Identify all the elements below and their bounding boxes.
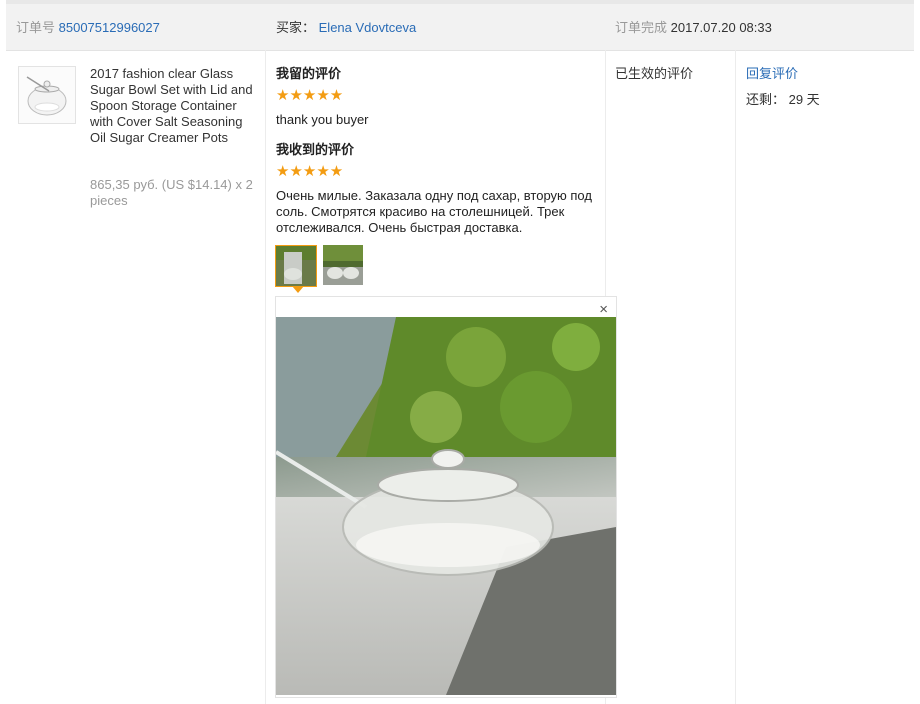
photo-thumbnail-icon: [276, 246, 316, 286]
received-review-text: Очень милые. Заказала одну под сахар, вт…: [276, 188, 592, 235]
close-icon[interactable]: ×: [599, 301, 608, 318]
glass-sugar-bowl-photo: [276, 317, 616, 695]
review-photo-thumb-2[interactable]: [323, 245, 363, 285]
order-number: 订单号 85007512996027: [16, 20, 160, 36]
selected-photo-caret: [292, 286, 304, 293]
received-review-stars: ★★★★★: [276, 163, 344, 180]
order-status: 订单完成 2017.07.20 08:33: [615, 20, 772, 36]
buyer: 买家： Elena Vdovtceva: [276, 20, 416, 36]
product-thumbnail[interactable]: [18, 66, 76, 124]
remaining-days: 还剩： 29 天: [746, 92, 820, 107]
order-header: 订单号 85007512996027 买家： Elena Vdovtceva 订…: [6, 4, 914, 51]
received-review-heading: 我收到的评价: [276, 142, 355, 157]
buyer-label: 买家：: [276, 20, 316, 35]
photo-thumbnail-icon: [323, 245, 363, 285]
product-title-link[interactable]: 2017 fashion clear Glass Sugar Bowl Set …: [90, 66, 258, 146]
order-status-time: 2017.07.20 08:33: [670, 20, 772, 35]
my-review-text: thank you buyer: [276, 112, 369, 127]
order-status-label: 订单完成: [615, 20, 668, 35]
column-divider: [265, 50, 266, 704]
order-number-link[interactable]: 85007512996027: [59, 20, 160, 35]
product-price: 865,35 руб. (US $14.14) x 2 pieces: [90, 177, 253, 208]
column-divider: [735, 50, 736, 704]
review-photo-thumb-1[interactable]: [275, 245, 317, 287]
order-number-label: 订单号: [16, 20, 56, 35]
review-photo-large: [276, 317, 616, 695]
reply-review-link[interactable]: 回复评价: [746, 66, 798, 82]
effective-review-label: 已生效的评价: [615, 66, 694, 81]
my-review-stars: ★★★★★: [276, 87, 344, 104]
buyer-name-link[interactable]: Elena Vdovtceva: [319, 20, 417, 35]
my-review-heading: 我留的评价: [276, 66, 342, 81]
photo-viewer: ×: [275, 296, 617, 698]
glass-bowl-image: [19, 67, 75, 123]
